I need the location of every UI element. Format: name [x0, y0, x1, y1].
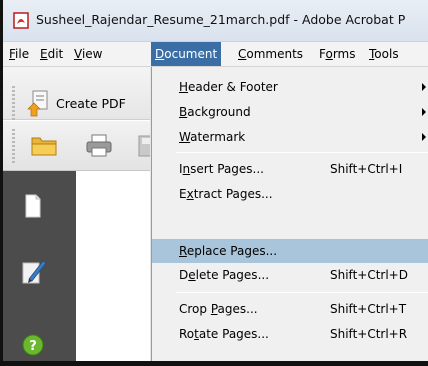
window-frame-bottom — [0, 361, 428, 366]
menu-item-header-footer[interactable]: Header & Footer — [152, 75, 428, 99]
navigation-pane: ? — [3, 171, 76, 361]
open-folder-icon[interactable] — [31, 134, 58, 157]
menu-item-insert-pages[interactable]: Insert Pages... Shift+Ctrl+I — [152, 157, 428, 181]
create-pdf-icon — [27, 90, 48, 117]
menu-tools[interactable]: Tools — [365, 42, 403, 66]
submenu-arrow-icon — [422, 83, 426, 91]
submenu-arrow-icon — [422, 133, 426, 141]
document-area[interactable] — [76, 171, 151, 361]
acrobat-pdf-icon — [13, 12, 29, 29]
toolbar-tasks: Create PDF — [3, 67, 151, 120]
shortcut-text: Shift+Ctrl+I — [330, 162, 403, 176]
menu-item-extract-pages[interactable]: Extract Pages... — [152, 182, 428, 206]
menu-separator — [176, 292, 428, 293]
menu-item-replace-pages[interactable]: Replace Pages... — [152, 239, 428, 263]
shortcut-text: Shift+Ctrl+D — [330, 268, 408, 282]
shortcut-text: Shift+Ctrl+R — [330, 327, 408, 341]
help-icon[interactable]: ? — [22, 334, 44, 356]
create-pdf-label: Create PDF — [56, 95, 126, 111]
submenu-arrow-icon — [422, 108, 426, 116]
menu-bar: File Edit View Document Comments Forms T… — [3, 42, 428, 67]
print-icon[interactable] — [86, 133, 112, 158]
menu-separator — [176, 152, 428, 153]
save-icon[interactable] — [138, 135, 151, 157]
title-bar: Susheel_Rajendar_Resume_21march.pdf - Ad… — [3, 0, 428, 42]
menu-comments[interactable]: Comments — [234, 42, 307, 66]
menu-file[interactable]: File — [5, 42, 33, 66]
document-menu-dropdown: Header & Footer Background Watermark Ins… — [151, 67, 428, 366]
shortcut-text: Shift+Ctrl+T — [330, 302, 407, 316]
menu-item-watermark[interactable]: Watermark — [152, 125, 428, 149]
menu-item-rotate-pages[interactable]: Rotate Pages... Shift+Ctrl+R — [152, 322, 428, 346]
create-pdf-button[interactable]: Create PDF — [27, 86, 126, 120]
menu-edit[interactable]: Edit — [36, 42, 67, 66]
menu-view[interactable]: View — [70, 42, 106, 66]
menu-item-crop-pages[interactable]: Crop Pages... Shift+Ctrl+T — [152, 297, 428, 321]
toolbar-file — [3, 121, 151, 171]
menu-document[interactable]: Document — [151, 42, 222, 66]
pages-icon[interactable] — [24, 194, 42, 218]
svg-text:?: ? — [29, 339, 37, 354]
toolbar-grip[interactable] — [12, 86, 15, 120]
signature-pen-icon[interactable] — [21, 257, 47, 285]
window-title: Susheel_Rajendar_Resume_21march.pdf - Ad… — [36, 12, 406, 27]
menu-forms[interactable]: Forms — [315, 42, 360, 66]
toolbar-grip[interactable] — [12, 129, 15, 163]
menu-item-background[interactable]: Background — [152, 100, 428, 124]
menu-item-delete-pages[interactable]: Delete Pages... Shift+Ctrl+D — [152, 263, 428, 287]
